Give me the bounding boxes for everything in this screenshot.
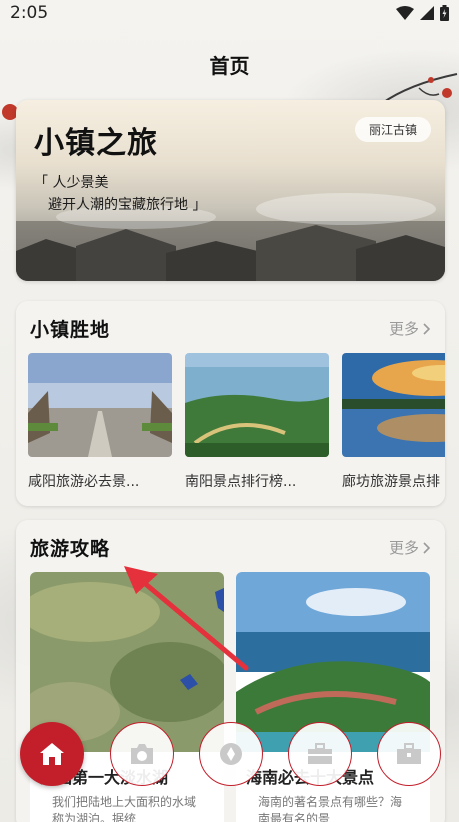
towns-more-link[interactable]: 更多 [389, 318, 431, 339]
guides-more-label: 更多 [388, 539, 419, 557]
hero-quote: 「 人少景美 避开人潮的宝藏旅行地 」 [34, 172, 206, 216]
nav-trips-button[interactable] [288, 722, 352, 786]
town-caption: 咸阳旅游必去景... [28, 474, 140, 490]
towns-scroll-row[interactable]: 咸阳旅游必去景... 南阳景点排行榜... 廊坊旅游景点排 [28, 353, 445, 491]
signal-icon [420, 6, 434, 20]
annotation-arrow [124, 566, 249, 671]
battery-icon [440, 5, 449, 21]
nav-camera-button[interactable] [110, 722, 174, 786]
camera-icon [131, 744, 153, 764]
town-photo [342, 353, 445, 457]
wifi-icon [396, 6, 414, 20]
town-photo [28, 353, 172, 457]
status-bar: 2:05 [0, 0, 459, 26]
town-card[interactable]: 咸阳旅游必去景... [28, 353, 172, 491]
towns-header: 小镇胜地 更多 [30, 315, 431, 342]
chevron-right-icon [423, 541, 431, 554]
chevron-right-icon [423, 322, 431, 335]
location-tag[interactable]: 丽江古镇 [354, 117, 431, 142]
aperture-icon [220, 743, 242, 765]
home-icon [40, 743, 64, 765]
guides-header: 旅游攻略 更多 [30, 534, 431, 561]
nav-home-button[interactable] [20, 722, 84, 786]
hero-title: 小镇之旅 [34, 126, 158, 161]
status-icons [396, 5, 449, 21]
towns-more-label: 更多 [388, 320, 419, 338]
town-card[interactable]: 南阳景点排行榜... [185, 353, 329, 491]
towns-section: 小镇胜地 更多 咸阳旅游必去景... 南阳景点排行榜... 廊坊旅游景点排 [16, 301, 445, 506]
nav-profile-button[interactable] [377, 722, 441, 786]
status-time: 2:05 [10, 3, 49, 23]
town-caption: 廊坊旅游景点排 [342, 474, 440, 490]
guides-title: 旅游攻略 [30, 538, 111, 560]
hero-quote-line1: 「 人少景美 [34, 175, 109, 191]
hero-banner[interactable]: 小镇之旅 丽江古镇 「 人少景美 避开人潮的宝藏旅行地 」 [16, 100, 445, 281]
towns-title: 小镇胜地 [30, 319, 111, 341]
town-card[interactable]: 廊坊旅游景点排 [342, 353, 445, 491]
briefcase-icon [308, 743, 332, 764]
town-caption: 南阳景点排行榜... [185, 474, 297, 490]
bag-icon [397, 743, 421, 764]
hero-quote-line2: 避开人潮的宝藏旅行地 」 [48, 197, 207, 213]
red-ink-dot [442, 88, 452, 98]
nav-discover-button[interactable] [199, 722, 263, 786]
town-photo [185, 353, 329, 457]
guides-more-link[interactable]: 更多 [389, 537, 431, 558]
